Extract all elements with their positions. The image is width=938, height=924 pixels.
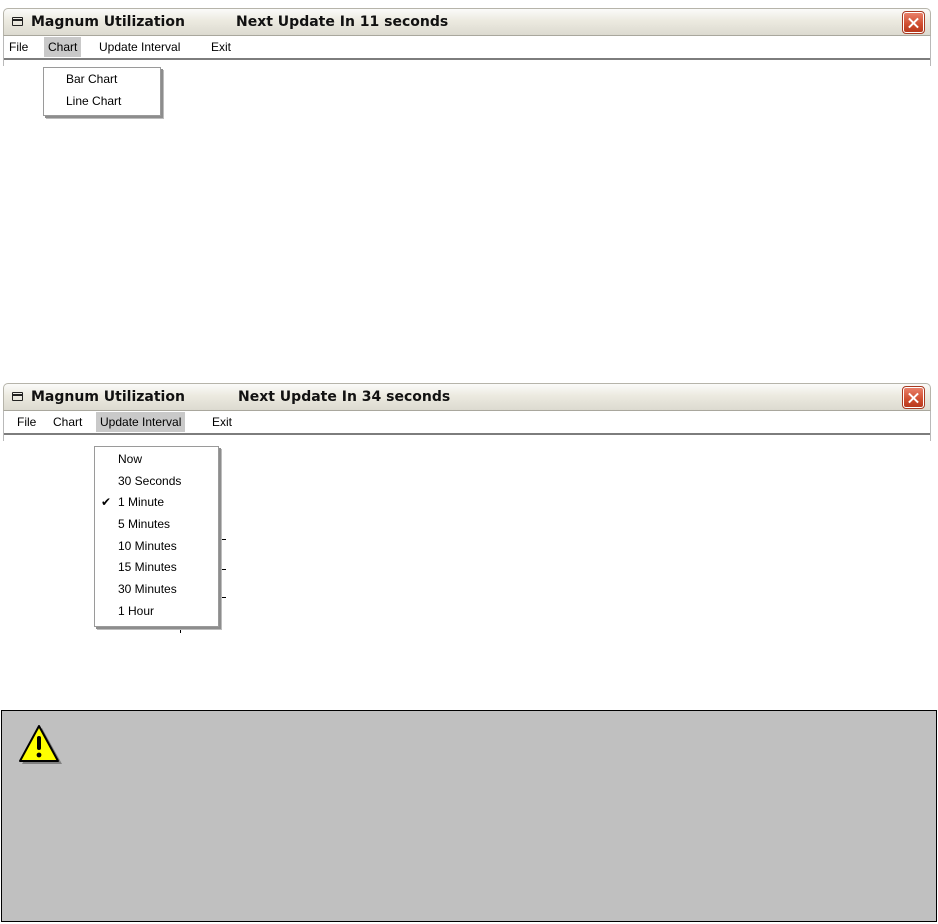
menu-update-interval[interactable]: Update Interval (95, 37, 184, 57)
menu-exit[interactable]: Exit (207, 37, 235, 57)
warning-box (1, 710, 937, 922)
warning-icon (19, 725, 62, 764)
menu-chart[interactable]: Chart (44, 37, 82, 57)
next-update-label: Next Update In 11 seconds (236, 14, 449, 30)
checkmark-icon: ✔ (101, 495, 112, 509)
window-chart-menu: Magnum Utilization Next Update In 11 sec… (3, 8, 931, 66)
background-line (220, 597, 226, 598)
window-title: Magnum Utilization (31, 389, 185, 405)
title-bar[interactable]: Magnum Utilization Next Update In 11 sec… (3, 8, 931, 36)
menu-bar: File Chart Update Interval Exit (3, 411, 931, 441)
menu-update-interval[interactable]: Update Interval (96, 412, 186, 432)
next-update-label: Next Update In 34 seconds (238, 389, 451, 405)
title-bar[interactable]: Magnum Utilization Next Update In 34 sec… (3, 383, 931, 411)
menu-option-30-minutes[interactable]: 30 Minutes (118, 579, 177, 600)
menu-option-bar-chart[interactable]: Bar Chart (66, 69, 117, 90)
menu-option-15-minutes[interactable]: 15 Minutes (118, 557, 177, 578)
window-update-interval-menu: Magnum Utilization Next Update In 34 sec… (3, 383, 931, 441)
menu-option-line-chart[interactable]: Line Chart (66, 91, 121, 112)
menu-option-5-minutes[interactable]: 5 Minutes (118, 514, 170, 535)
background-line (180, 627, 181, 633)
close-button[interactable] (902, 386, 925, 409)
menu-chart[interactable]: Chart (49, 412, 86, 432)
app-window-icon[interactable] (12, 17, 23, 26)
menu-bar: File Chart Update Interval Exit (3, 36, 931, 66)
update-interval-dropdown: Now 30 Seconds ✔ 1 Minute 5 Minutes 10 M… (94, 446, 219, 627)
menu-exit[interactable]: Exit (208, 412, 236, 432)
close-button[interactable] (902, 11, 925, 34)
menu-option-1-hour[interactable]: 1 Hour (118, 601, 154, 622)
menu-option-1-minute[interactable]: 1 Minute (118, 492, 164, 513)
background-line (220, 569, 226, 570)
menu-option-10-minutes[interactable]: 10 Minutes (118, 536, 177, 557)
window-title: Magnum Utilization (31, 14, 185, 30)
chart-dropdown: Bar Chart Line Chart (43, 67, 161, 116)
menu-file[interactable]: File (5, 37, 32, 57)
menu-option-30-seconds[interactable]: 30 Seconds (118, 471, 181, 492)
menu-option-now[interactable]: Now (118, 449, 142, 470)
menu-file[interactable]: File (13, 412, 40, 432)
background-line (220, 539, 226, 540)
app-window-icon[interactable] (12, 392, 23, 401)
